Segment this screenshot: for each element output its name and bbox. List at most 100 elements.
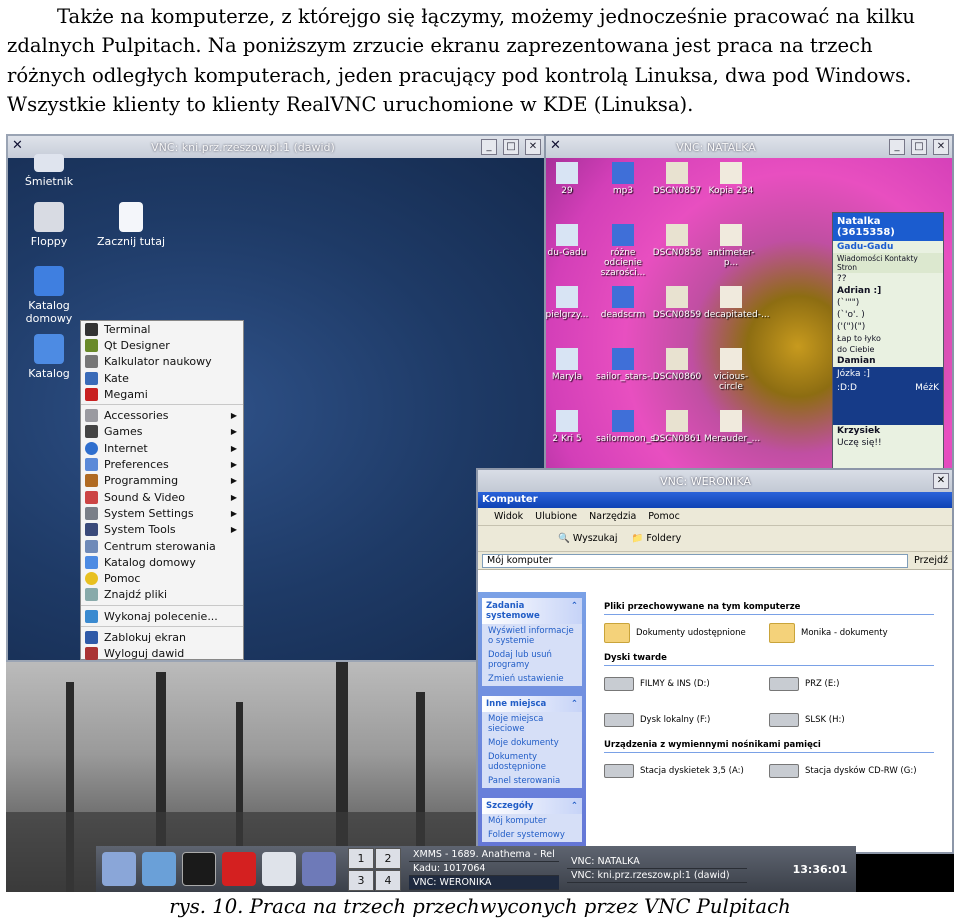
desktop-icon[interactable]: vicious-circle (704, 348, 758, 392)
task-link[interactable]: Moje dokumenty (482, 736, 582, 750)
contact[interactable]: (`'"") (833, 297, 943, 309)
menu-item[interactable]: Zablokuj ekran (81, 629, 243, 645)
megami-icon[interactable] (222, 852, 256, 886)
address-input[interactable]: Mój komputer (482, 553, 909, 568)
explorer-item[interactable]: FILMY & INS (D:) (604, 670, 769, 698)
vnc-window-natalka[interactable]: ✕ VNC: NATALKA _ □ ✕ 29 mp3 DSCN0857 Kopia … (544, 134, 954, 474)
menu-item[interactable]: Preferences ▶ (81, 456, 243, 472)
settings-icon[interactable] (142, 852, 176, 886)
collapse-icon[interactable]: ⌃ (571, 699, 578, 709)
menu-favorites[interactable]: Ulubione (535, 511, 577, 522)
menu-item[interactable]: Megami (81, 386, 243, 402)
contact[interactable]: Damian (833, 355, 943, 367)
task-link[interactable]: Zmień ustawienie (482, 672, 582, 686)
desktop-icon-start[interactable]: Zacznij tutaj (96, 202, 166, 248)
task-link[interactable]: Dodaj lub usuń programy (482, 648, 582, 672)
task-panel-header[interactable]: Inne miejsca ⌃ (482, 696, 582, 712)
menu-item[interactable]: System Tools ▶ (81, 522, 243, 538)
menu-item[interactable]: Accessories ▶ (81, 407, 243, 423)
explorer-item[interactable]: Dokumenty udostępnione (604, 619, 769, 647)
contact[interactable]: ('(")(") (833, 321, 943, 333)
contact[interactable]: (`'o'. ) (833, 309, 943, 321)
menu-item[interactable]: Wyloguj dawid (81, 646, 243, 662)
titlebar[interactable]: VNC: WERONIKA ✕ (478, 470, 952, 492)
search-button[interactable]: 🔍 Wyszukaj (558, 533, 617, 544)
task-link[interactable]: Mój komputer (482, 814, 582, 828)
task-panel-header[interactable]: Zadania systemowe ⌃ (482, 598, 582, 624)
task-button[interactable]: VNC: NATALKA (567, 855, 747, 869)
task-button[interactable]: Kadu: 1017064 (409, 862, 559, 876)
kde-start-menu[interactable]: Terminal Qt Designer Kalkulator naukowy … (80, 320, 244, 662)
task-link[interactable]: Dokumenty udostępnione (482, 750, 582, 774)
task-panel-header[interactable]: Szczegóły ⌃ (482, 798, 582, 814)
gadu-gadu-window[interactable]: Natalka (3615358) Gadu-Gadu Wiadomości K… (832, 212, 944, 472)
maximize-button[interactable]: □ (503, 139, 519, 155)
explorer-menu[interactable]: Widok Ulubione Narzędzia Pomoc (478, 508, 952, 526)
desktop-icon[interactable]: deadscrm (596, 286, 650, 320)
menu-item[interactable]: Programming ▶ (81, 473, 243, 489)
desktop-icon[interactable]: Kopia 234 (704, 162, 758, 196)
menu-item[interactable]: Katalog domowy (81, 554, 243, 570)
address-bar[interactable]: Mój komputer Przejdź (478, 552, 952, 570)
desktop-icon[interactable]: DSCN0861 (650, 410, 704, 444)
explorer-item[interactable]: Monika - dokumenty (769, 619, 934, 647)
close-icon[interactable]: ✕ (550, 138, 561, 153)
titlebar[interactable]: ✕ VNC: kni.prz.rzeszow.pl:1 (dawid) _ □ … (8, 136, 544, 158)
desktop-icon[interactable]: du-Gadu (546, 224, 594, 258)
contact[interactable]: Krzysiek (833, 425, 943, 437)
task-link[interactable]: Wyświetl informacje o systemie (482, 624, 582, 648)
menu-help[interactable]: Pomoc (648, 511, 680, 522)
task-link[interactable]: Moje miejsca sieciowe (482, 712, 582, 736)
menu-item[interactable]: Centrum sterowania (81, 538, 243, 554)
menu-item[interactable]: Pomoc (81, 570, 243, 586)
mail-icon[interactable] (262, 852, 296, 886)
menu-item[interactable]: Wykonaj polecenie... (81, 608, 243, 624)
collapse-icon[interactable]: ⌃ (571, 601, 578, 621)
contact[interactable]: Józka :] (833, 367, 943, 381)
desktop-icon[interactable]: sailormoon_s... (596, 410, 664, 444)
minimize-button[interactable]: _ (481, 139, 497, 155)
desktop-icon-trash[interactable]: Śmietnik (14, 154, 84, 188)
desktop-icon-floppy[interactable]: Floppy (14, 202, 84, 248)
desktop-icon[interactable]: DSCN0857 (650, 162, 704, 196)
contact[interactable]: Adrian :] (833, 285, 943, 297)
kmenu-icon[interactable] (102, 852, 136, 886)
desktop-icon[interactable]: 29 (546, 162, 594, 196)
menu-item[interactable]: Kalkulator naukowy (81, 354, 243, 370)
vnc-window-weronika[interactable]: VNC: WERONIKA ✕ Komputer Widok Ulubione … (476, 468, 954, 854)
explorer-item[interactable]: PRZ (E:) (769, 670, 934, 698)
menu-view[interactable]: Widok (494, 511, 523, 522)
explorer-item[interactable]: Stacja dysków CD-RW (G:) (769, 757, 934, 785)
menu-item[interactable]: Internet ▶ (81, 440, 243, 456)
pager-desktop[interactable]: 1 (348, 847, 374, 869)
terminal-icon[interactable] (182, 852, 216, 886)
desktop-icon[interactable]: mp3 (596, 162, 650, 196)
desktop-icon[interactable]: DSCN0860 (650, 348, 704, 382)
desktop-icon-home[interactable]: Katalog domowy (14, 266, 84, 325)
menu-item[interactable]: Kate (81, 370, 243, 386)
contact[interactable]: Łap to łyko (833, 333, 943, 344)
pager-desktop[interactable]: 3 (348, 869, 374, 891)
contact[interactable]: ?? (833, 273, 943, 285)
maximize-button[interactable]: □ (911, 139, 927, 155)
gg-toolbar[interactable]: Wiadomości Kontakty Stron (833, 253, 943, 273)
desktop-icon[interactable]: antimeter-p... (704, 224, 758, 268)
desktop-icon[interactable]: DSCN0859 (650, 286, 704, 320)
desktop-pager[interactable]: 1 2 3 4 (348, 847, 401, 891)
task-link[interactable]: Folder systemowy (482, 828, 582, 842)
pager-desktop[interactable]: 4 (375, 869, 401, 891)
task-link[interactable]: Panel sterowania (482, 774, 582, 788)
desktop-icon[interactable]: Maryla (546, 348, 594, 382)
desktop-icon-folder[interactable]: Katalog (14, 334, 84, 380)
menu-item[interactable]: Znajdź pliki (81, 587, 243, 603)
explorer-item[interactable]: SLSK (H:) (769, 706, 934, 734)
desktop-icon[interactable]: DSCN0858 (650, 224, 704, 258)
folders-button[interactable]: 📁 Foldery (631, 533, 681, 544)
speaker-icon[interactable] (302, 852, 336, 886)
menu-tools[interactable]: Narzędzia (589, 511, 636, 522)
desktop-icon[interactable]: różne odcienie szarości... (596, 224, 650, 278)
collapse-icon[interactable]: ⌃ (571, 801, 578, 811)
desktop-icon[interactable]: sailor_stars-... (596, 348, 659, 382)
desktop-icon[interactable]: pielgrzy... (546, 286, 594, 320)
go-button[interactable]: Przejdź (914, 555, 948, 566)
